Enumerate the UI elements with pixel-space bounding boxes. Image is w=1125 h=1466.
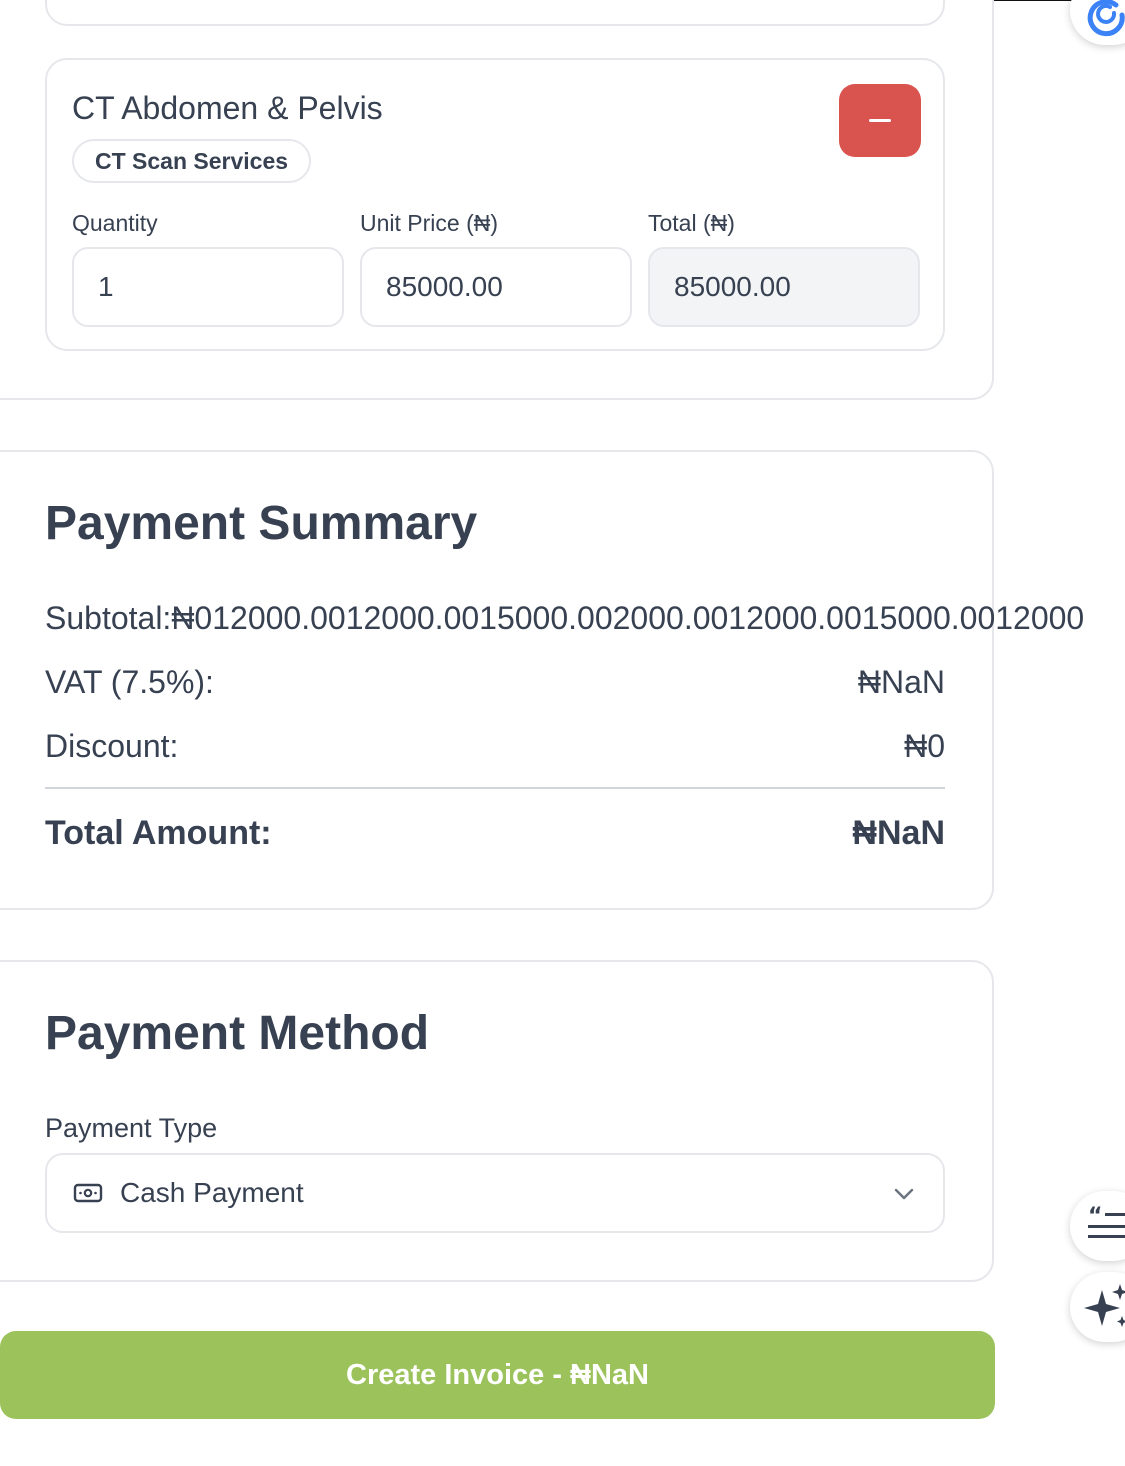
ai-sparkle-button[interactable] — [1070, 1272, 1125, 1342]
sparkle-icon — [1084, 1284, 1125, 1327]
assistant-button[interactable] — [1070, 0, 1125, 45]
subtotal-row: Subtotal:₦012000.0012000.0015000.002000.… — [45, 600, 1085, 636]
unit-price-label: Unit Price (₦) — [360, 210, 499, 236]
create-invoice-button[interactable]: Create Invoice - ₦NaN — [0, 1331, 995, 1419]
item-name: CT Abdomen & Pelvis — [72, 90, 383, 126]
discount-value: ₦0 — [904, 728, 945, 764]
assistant-logo-icon — [1087, 0, 1125, 37]
total-amount-value: ₦NaN — [852, 814, 945, 852]
total-field: 85000.00 — [648, 247, 920, 327]
quantity-label: Quantity — [72, 210, 158, 236]
quote-list-icon: “ — [1088, 1205, 1125, 1238]
quantity-input[interactable]: 1 — [72, 247, 344, 327]
previous-item-card — [45, 0, 945, 26]
item-category-badge: CT Scan Services — [72, 139, 312, 183]
quote-list-button[interactable]: “ — [1070, 1191, 1125, 1261]
payment-type-value: Cash Payment — [120, 1177, 304, 1208]
summary-divider — [45, 787, 945, 789]
payment-type-select[interactable]: Cash Payment — [45, 1153, 945, 1233]
payment-summary-title: Payment Summary — [45, 497, 478, 550]
discount-label: Discount: — [45, 728, 179, 764]
total-amount-label: Total Amount: — [45, 814, 272, 852]
total-label: Total (₦) — [648, 210, 735, 236]
payment-type-label: Payment Type — [45, 1113, 218, 1143]
chevron-down-icon — [893, 1183, 915, 1210]
invoice-item: CT Abdomen & Pelvis CT Scan Services Qua… — [45, 58, 945, 351]
vat-value: ₦NaN — [857, 664, 945, 700]
cash-icon — [73, 1182, 103, 1209]
minus-icon — [869, 119, 891, 122]
remove-item-button[interactable] — [839, 84, 921, 157]
vat-label: VAT (7.5%): — [45, 664, 214, 700]
unit-price-input[interactable]: 85000.00 — [360, 247, 632, 327]
payment-method-title: Payment Method — [45, 1007, 430, 1060]
